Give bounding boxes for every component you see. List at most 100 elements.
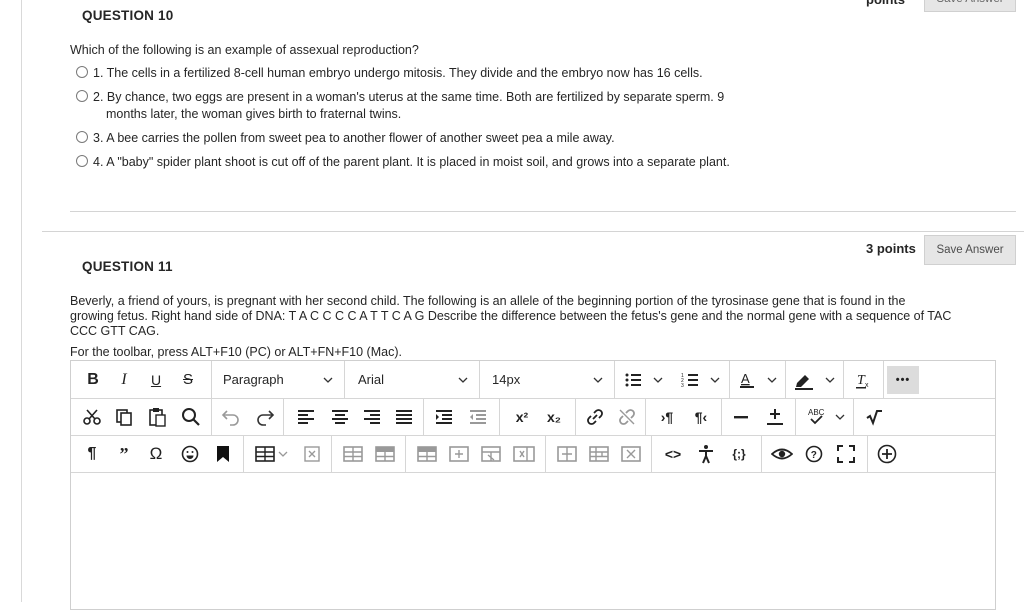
editor-text-area[interactable] bbox=[71, 472, 995, 612]
fullscreen-icon[interactable] bbox=[837, 445, 855, 463]
prompt-line: CCC GTT CAG. bbox=[70, 324, 160, 338]
prompt-line: growing fetus. Right hand side of DNA: T… bbox=[70, 309, 952, 323]
clear-formatting-icon[interactable]: T x bbox=[854, 370, 874, 390]
show-blocks-icon[interactable]: ¶ bbox=[83, 444, 101, 464]
delete-table-icon[interactable] bbox=[303, 445, 321, 463]
preview-icon[interactable] bbox=[771, 445, 793, 463]
bold-button[interactable]: B bbox=[85, 370, 101, 390]
svg-text:A: A bbox=[741, 371, 750, 386]
svg-text:ABC: ABC bbox=[808, 408, 825, 417]
bullet-list-icon[interactable] bbox=[624, 371, 642, 389]
paragraph-dropdown[interactable]: Paragraph bbox=[223, 370, 284, 390]
delete-column-icon[interactable] bbox=[621, 445, 641, 463]
rtl-direction-icon[interactable]: ¶‹ bbox=[689, 407, 713, 427]
align-center-icon[interactable] bbox=[331, 409, 349, 425]
italic-button[interactable]: I bbox=[117, 370, 131, 390]
add-content-icon[interactable] bbox=[877, 444, 897, 464]
paste-icon[interactable] bbox=[147, 407, 167, 427]
special-character-icon[interactable]: Ω bbox=[147, 444, 165, 464]
align-justify-icon[interactable] bbox=[395, 409, 413, 425]
numbered-list-icon[interactable]: 1 2 3 bbox=[681, 371, 699, 389]
chevron-down-icon[interactable] bbox=[653, 370, 663, 390]
cut-icon[interactable] bbox=[83, 408, 101, 426]
code-sample-icon[interactable]: {;} bbox=[727, 444, 751, 464]
svg-text:?: ? bbox=[811, 450, 817, 461]
superscript-button[interactable]: x² bbox=[511, 407, 533, 427]
subscript-button[interactable]: x₂ bbox=[543, 407, 565, 427]
link-icon[interactable] bbox=[585, 407, 605, 427]
question-11-save-button[interactable]: Save Answer bbox=[924, 235, 1016, 265]
prompt-line: Beverly, a friend of yours, is pregnant … bbox=[70, 294, 906, 308]
emoji-icon[interactable] bbox=[181, 445, 199, 463]
chevron-down-icon[interactable] bbox=[323, 370, 333, 390]
table-row-properties-icon[interactable] bbox=[375, 445, 395, 463]
table-properties-icon[interactable] bbox=[343, 445, 363, 463]
align-right-icon[interactable] bbox=[363, 409, 381, 425]
copy-icon[interactable] bbox=[115, 408, 133, 426]
text-color-icon[interactable]: A bbox=[737, 370, 757, 390]
option-text: 1. The cells in a fertilized 8-cell huma… bbox=[93, 66, 703, 80]
radio-button[interactable] bbox=[76, 90, 88, 102]
font-size-dropdown[interactable]: 14px bbox=[492, 370, 520, 390]
toolbar-separator bbox=[795, 398, 796, 435]
horizontal-line-icon[interactable] bbox=[733, 408, 749, 426]
math-formula-icon[interactable] bbox=[865, 408, 883, 426]
delete-row-icon[interactable] bbox=[481, 445, 501, 463]
outdent-icon[interactable] bbox=[469, 409, 487, 425]
insert-row-before-icon[interactable] bbox=[417, 445, 437, 463]
toolbar-separator bbox=[614, 361, 615, 398]
chevron-down-icon[interactable] bbox=[593, 370, 603, 390]
align-left-icon[interactable] bbox=[297, 409, 315, 425]
chevron-down-icon[interactable] bbox=[710, 370, 720, 390]
bookmark-icon[interactable] bbox=[215, 445, 231, 463]
toolbar-separator bbox=[243, 435, 244, 472]
help-icon[interactable]: ? bbox=[805, 445, 823, 463]
spellcheck-icon[interactable]: ABC bbox=[807, 406, 825, 426]
split-cell-icon[interactable] bbox=[589, 445, 609, 463]
source-code-icon[interactable]: <> bbox=[661, 444, 685, 464]
toolbar-separator bbox=[729, 361, 730, 398]
table-icon[interactable] bbox=[255, 445, 275, 463]
question-10-save-button[interactable]: Save Answer bbox=[924, 0, 1016, 12]
chevron-down-icon[interactable] bbox=[458, 370, 468, 390]
toolbar-separator bbox=[853, 398, 854, 435]
option-text: 3. A bee carries the pollen from sweet p… bbox=[93, 131, 615, 145]
indent-icon[interactable] bbox=[435, 409, 453, 425]
radio-button[interactable] bbox=[76, 131, 88, 143]
chevron-down-icon[interactable] bbox=[835, 407, 845, 427]
chevron-down-icon[interactable] bbox=[825, 370, 835, 390]
toolbar-row-3: ¶ ” Ω <> {;} ? bbox=[71, 435, 995, 473]
radio-button[interactable] bbox=[76, 66, 88, 78]
radio-button[interactable] bbox=[76, 155, 88, 167]
ltr-direction-icon[interactable]: ›¶ bbox=[655, 407, 679, 427]
chevron-down-icon[interactable] bbox=[278, 444, 288, 464]
highlight-color-icon[interactable] bbox=[793, 370, 815, 390]
toolbar-separator bbox=[867, 435, 868, 472]
insert-content-icon[interactable] bbox=[765, 407, 785, 427]
redo-icon[interactable] bbox=[255, 408, 275, 426]
chevron-down-icon[interactable] bbox=[767, 370, 777, 390]
font-family-dropdown[interactable]: Arial bbox=[358, 370, 384, 390]
undo-icon[interactable] bbox=[221, 408, 241, 426]
toolbar-separator bbox=[331, 435, 332, 472]
find-icon[interactable] bbox=[181, 407, 201, 427]
blockquote-icon[interactable]: ” bbox=[115, 444, 133, 464]
insert-column-before-icon[interactable] bbox=[513, 445, 535, 463]
option-text: 2. By chance, two eggs are present in a … bbox=[93, 90, 725, 104]
underline-button[interactable]: U bbox=[149, 370, 163, 390]
option-text: 4. A "baby" spider plant shoot is cut of… bbox=[93, 155, 730, 169]
toolbar-separator bbox=[499, 398, 500, 435]
unlink-icon[interactable] bbox=[617, 407, 637, 427]
insert-column-after-icon[interactable] bbox=[557, 445, 577, 463]
toolbar-separator bbox=[405, 435, 406, 472]
toolbar-separator bbox=[645, 398, 646, 435]
strikethrough-button[interactable]: S bbox=[181, 370, 195, 390]
more-options-button[interactable]: ••• bbox=[887, 366, 919, 394]
question-11-title: QUESTION 11 bbox=[82, 259, 173, 274]
toolbar-separator bbox=[211, 398, 212, 435]
insert-row-after-icon[interactable] bbox=[449, 445, 469, 463]
svg-text:3: 3 bbox=[681, 383, 684, 389]
toolbar-row-1: B I U S Paragraph Arial 14px 1 2 3 A T x… bbox=[71, 361, 995, 399]
toolbar-separator bbox=[344, 361, 345, 398]
accessibility-icon[interactable] bbox=[697, 444, 715, 464]
